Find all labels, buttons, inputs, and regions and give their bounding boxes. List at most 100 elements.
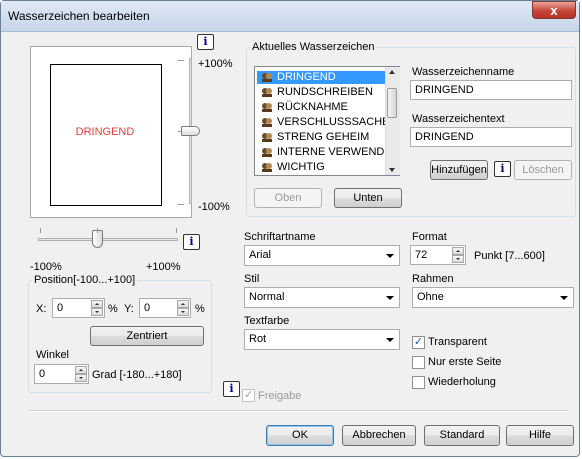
y-down-button[interactable] <box>177 308 189 316</box>
x-unit: % <box>108 303 118 315</box>
scroll-up-icon[interactable] <box>389 70 395 74</box>
repeat-label: Wiederholung <box>428 376 496 388</box>
chevron-down-icon <box>386 254 394 258</box>
font-value: Arial <box>249 249 272 261</box>
tick-mark <box>178 60 184 61</box>
angle-value: 0 <box>39 368 46 380</box>
watermark-icon <box>261 72 273 83</box>
watermark-icon <box>261 87 273 98</box>
style-value: Normal <box>249 291 285 303</box>
watermark-icon <box>261 147 273 158</box>
info-icon[interactable]: i <box>494 161 511 177</box>
watermark-icon <box>261 162 273 173</box>
horizontal-slider-track[interactable] <box>38 238 178 241</box>
chevron-down-icon <box>386 338 394 342</box>
frame-value: Ohne <box>417 291 444 303</box>
close-button[interactable]: x <box>532 1 576 19</box>
list-item[interactable]: WICHTIG <box>257 161 385 174</box>
current-watermark-label: Aktuelles Wasserzeichen <box>250 41 377 53</box>
list-item-label: RÜCKNAHME <box>277 101 348 113</box>
chevron-down-icon <box>386 296 394 300</box>
format-value: 72 <box>415 249 428 261</box>
text-label: Wasserzeichentext <box>412 113 505 125</box>
list-item-label: VERSCHLUSSSACHE <box>277 116 390 128</box>
format-up-button[interactable] <box>452 247 464 255</box>
y-value: 0 <box>144 302 151 314</box>
format-stepper[interactable]: 72 <box>410 245 466 265</box>
slider-v-top-label: +100% <box>198 58 233 70</box>
list-item-label: RUNDSCHREIBEN <box>277 86 373 98</box>
list-item[interactable]: RÜCKNAHME <box>257 101 385 114</box>
cancel-button[interactable]: Abbrechen <box>342 425 416 446</box>
slider-h-left-label: -100% <box>30 261 62 273</box>
list-item-label: WICHTIG <box>277 161 325 173</box>
angle-label: Winkel <box>36 349 70 361</box>
slider-v-bottom-label: -100% <box>198 201 230 213</box>
watermark-list[interactable]: DRINGEND RUNDSCHREIBEN RÜCKNAHME VERSCHLUSS… <box>254 66 400 176</box>
slider-h-right-label: +100% <box>146 261 181 273</box>
help-button[interactable]: Hilfe <box>506 425 574 446</box>
watermark-icon <box>261 117 273 128</box>
y-unit: % <box>195 303 205 315</box>
vertical-slider-thumb[interactable] <box>181 126 200 136</box>
info-icon[interactable]: i <box>197 34 214 50</box>
info-icon[interactable]: i <box>183 234 200 250</box>
share-checkbox[interactable]: ✓ <box>242 389 255 402</box>
share-label: Freigabe <box>258 390 302 402</box>
x-label: X: <box>36 303 47 315</box>
list-scrollbar[interactable] <box>385 67 400 175</box>
color-value: Rot <box>249 333 267 345</box>
y-label: Y: <box>124 303 134 315</box>
watermark-icon <box>261 132 273 143</box>
position-group-label: Position[-100...+100] <box>32 274 138 286</box>
ok-button[interactable]: OK <box>266 425 334 446</box>
scrollbar-thumb[interactable] <box>387 88 397 118</box>
color-select[interactable]: Rot <box>244 329 400 350</box>
x-stepper[interactable]: 0 <box>52 298 105 318</box>
preview-watermark-text: DRINGEND <box>75 126 135 138</box>
info-icon[interactable]: i <box>223 381 240 397</box>
angle-down-button[interactable] <box>75 374 87 382</box>
watermark-icon <box>261 102 273 113</box>
y-stepper[interactable]: 0 <box>139 298 191 318</box>
x-down-button[interactable] <box>91 308 103 316</box>
list-item[interactable]: RUNDSCHREIBEN <box>257 86 385 99</box>
add-button[interactable]: Hinzufügen <box>430 160 488 180</box>
transparent-label: Transparent <box>428 336 487 348</box>
list-item[interactable]: VERSCHLUSSSACHE <box>257 116 389 129</box>
x-up-button[interactable] <box>91 300 103 308</box>
down-button[interactable]: Unten <box>334 188 402 208</box>
list-item[interactable]: DRINGEND <box>257 71 385 84</box>
font-label: Schriftartname <box>244 231 316 243</box>
first-page-label: Nur erste Seite <box>428 356 502 368</box>
transparent-checkbox[interactable]: ✓ <box>412 336 425 349</box>
up-button[interactable]: Oben <box>254 188 322 208</box>
style-select[interactable]: Normal <box>244 287 400 308</box>
name-input[interactable]: DRINGEND <box>410 80 572 100</box>
first-page-checkbox[interactable] <box>412 356 425 369</box>
tick-mark <box>40 228 41 233</box>
list-item-label: STRENG GEHEIM <box>277 131 370 143</box>
list-item[interactable]: INTERNE VERWEND. <box>257 146 388 159</box>
font-select[interactable]: Arial <box>244 245 400 266</box>
y-up-button[interactable] <box>177 300 189 308</box>
format-down-button[interactable] <box>452 255 464 263</box>
frame-select[interactable]: Ohne <box>412 287 574 308</box>
center-button[interactable]: Zentriert <box>90 326 204 346</box>
angle-stepper[interactable]: 0 <box>34 364 89 384</box>
name-label: Wasserzeichenname <box>412 66 515 78</box>
format-label: Format <box>412 231 447 243</box>
format-unit: Punkt [7...600] <box>474 250 545 262</box>
angle-up-button[interactable] <box>75 366 87 374</box>
window-title: Wasserzeichen bearbeiten <box>8 9 150 23</box>
list-item[interactable]: STRENG GEHEIM <box>257 131 385 144</box>
standard-button[interactable]: Standard <box>424 425 500 446</box>
style-label: Stil <box>244 273 260 285</box>
angle-unit: Grad [-180...+180] <box>92 369 182 381</box>
list-item-label: INTERNE VERWEND. <box>277 146 388 158</box>
chevron-down-icon <box>560 296 568 300</box>
repeat-checkbox[interactable] <box>412 376 425 389</box>
delete-button[interactable]: Löschen <box>514 160 572 180</box>
scroll-down-icon[interactable] <box>389 168 395 172</box>
text-input[interactable]: DRINGEND <box>410 127 572 147</box>
